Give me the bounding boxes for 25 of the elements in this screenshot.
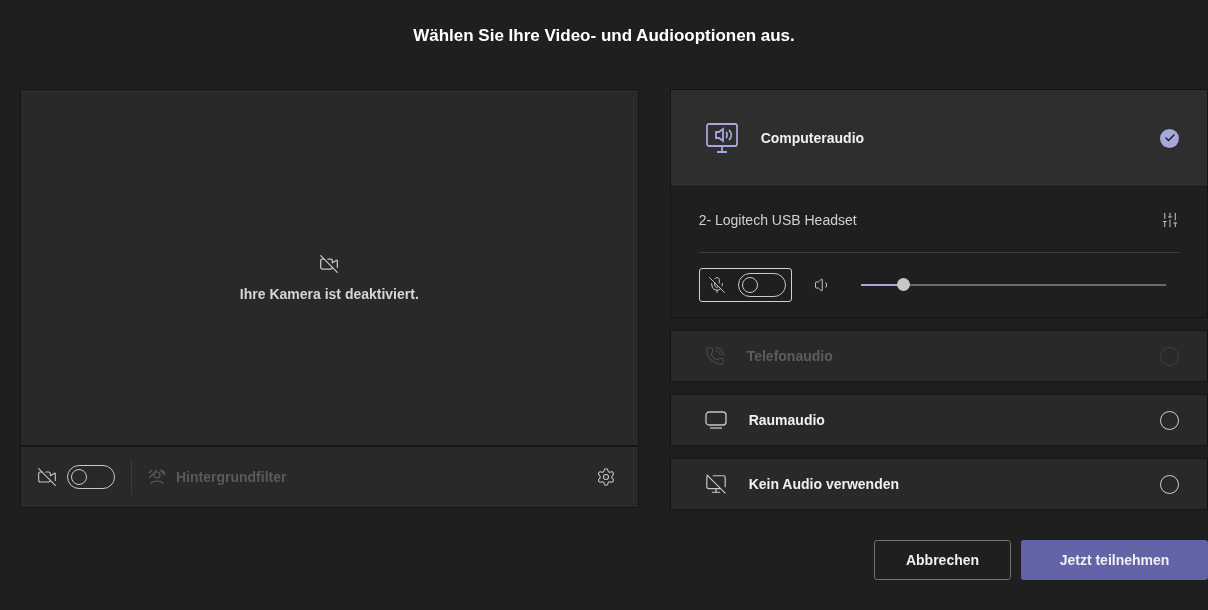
mic-off-icon (707, 276, 726, 294)
person-blur-icon (148, 469, 166, 485)
display-icon (704, 411, 727, 429)
phone-icon (704, 346, 725, 366)
audio-option-card[interactable]: Raumaudio (669, 394, 1208, 446)
monitor-off-icon (704, 473, 727, 495)
check-icon (1163, 132, 1176, 144)
settings-icon[interactable] (595, 467, 616, 487)
audio-option-label: Computeraudio (760, 130, 866, 146)
page-title: Wählen Sie Ihre Video- und Audiooptionen aus. (412, 25, 796, 47)
audio-option-label: Raumaudio (748, 412, 826, 428)
radio-button[interactable] (1160, 128, 1179, 148)
camera-off-icon (319, 253, 340, 274)
slider-thumb[interactable] (897, 278, 911, 291)
camera-status-text: Ihre Kamera ist deaktiviert. (239, 285, 419, 302)
audio-option-label: Kein Audio verwenden (748, 476, 901, 492)
camera-off-icon (37, 467, 57, 487)
join-button[interactable]: Jetzt teilnehmen (1021, 540, 1208, 580)
monitor-speaker-icon (704, 122, 739, 154)
audio-option-card[interactable]: Computeraudio 2- Logitech USB Headset (669, 89, 1208, 318)
settings-sliders-icon[interactable] (1161, 210, 1179, 229)
microphone-control[interactable] (698, 268, 792, 302)
audio-option-card[interactable]: Kein Audio verwenden (669, 458, 1208, 510)
device-name[interactable]: 2- Logitech USB Headset (698, 211, 1161, 228)
cancel-button[interactable]: Abbrechen (874, 540, 1011, 580)
